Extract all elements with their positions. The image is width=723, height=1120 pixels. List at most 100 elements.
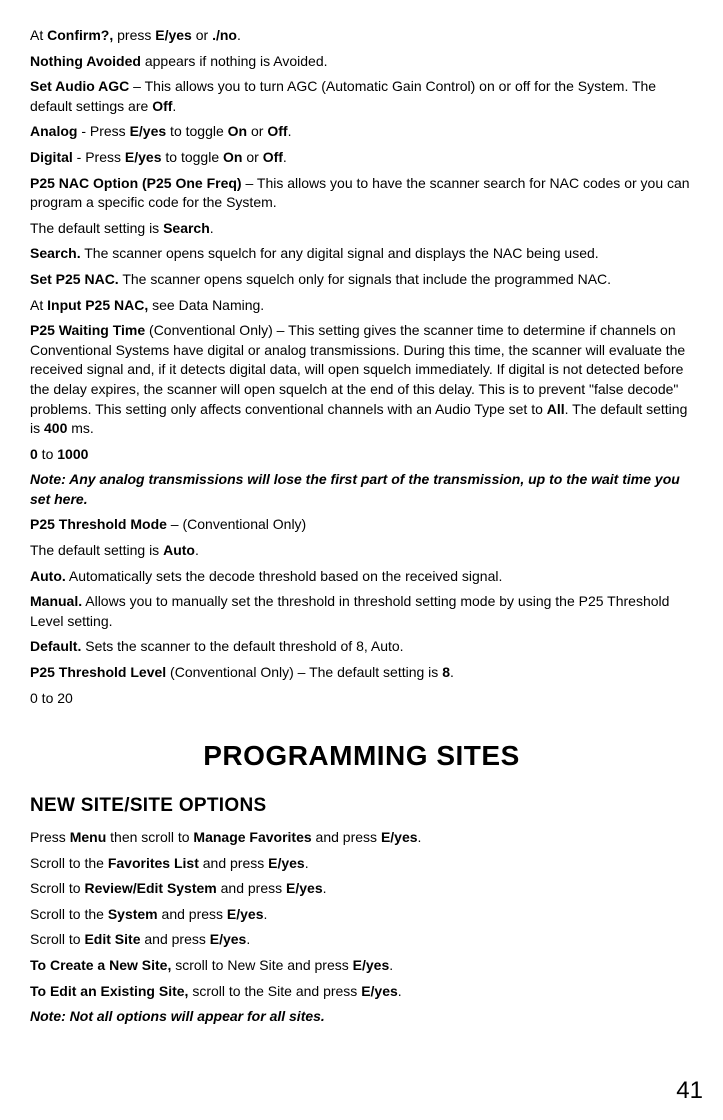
nothing-avoided-line: Nothing Avoided appears if nothing is Av… <box>30 52 693 72</box>
text: - Press <box>73 149 125 165</box>
text: The default setting is <box>30 542 163 558</box>
off-value: Off <box>267 123 287 139</box>
system-label: System <box>108 906 158 922</box>
step-5: Scroll to Edit Site and press E/yes. <box>30 930 693 950</box>
section-title: PROGRAMMING SITES <box>30 736 693 775</box>
thresh-mode-para: P25 Threshold Mode – (Conventional Only) <box>30 515 693 535</box>
nac-default-line: The default setting is Search. <box>30 219 693 239</box>
text: and press <box>140 931 209 947</box>
off-value: Off <box>152 98 172 114</box>
text: At <box>30 27 47 43</box>
text: or <box>247 123 267 139</box>
text: – (Conventional Only) <box>167 516 306 532</box>
eyes-key: E/yes <box>381 829 418 845</box>
all-value: All <box>547 401 565 417</box>
text: Sets the scanner to the default threshol… <box>81 638 403 654</box>
text: . <box>195 542 199 558</box>
auto-label: Auto. <box>30 568 66 584</box>
eyes-key: E/yes <box>130 123 167 139</box>
text: . <box>323 880 327 896</box>
thresh-default-line: Default. Sets the scanner to the default… <box>30 637 693 657</box>
page-number: 41 <box>676 1074 703 1108</box>
step-1: Press Menu then scroll to Manage Favorit… <box>30 828 693 848</box>
eyes-key: E/yes <box>155 27 192 43</box>
edit-site-line: To Edit an Existing Site, scroll to the … <box>30 982 693 1002</box>
text: or <box>192 27 212 43</box>
text: then scroll to <box>106 829 193 845</box>
text: see Data Naming. <box>148 297 264 313</box>
text: and press <box>217 880 286 896</box>
thresh-mode-title: P25 Threshold Mode <box>30 516 167 532</box>
text: Allows you to manually set the threshold… <box>30 593 669 629</box>
nothing-avoided-label: Nothing Avoided <box>30 53 141 69</box>
text: . <box>210 220 214 236</box>
eyes-key: E/yes <box>210 931 247 947</box>
digital-line: Digital - Press E/yes to toggle On or Of… <box>30 148 693 168</box>
text: and press <box>199 855 268 871</box>
text: . <box>398 983 402 999</box>
range-end: 1000 <box>57 446 88 462</box>
eyes-key: E/yes <box>268 855 305 871</box>
nac-para: P25 NAC Option (P25 One Freq) – This all… <box>30 174 693 213</box>
text: . <box>264 906 268 922</box>
waittime-note: Note: Any analog transmissions will lose… <box>30 470 693 509</box>
text: . <box>172 98 176 114</box>
menu-key: Menu <box>70 829 107 845</box>
text: Automatically sets the decode threshold … <box>66 568 503 584</box>
text: At <box>30 297 47 313</box>
off-value: Off <box>263 149 283 165</box>
text: and press <box>158 906 227 922</box>
thresh-auto-line: Auto. Automatically sets the decode thre… <box>30 567 693 587</box>
search-label: Search. <box>30 245 81 261</box>
text: press <box>113 27 155 43</box>
digital-label: Digital <box>30 149 73 165</box>
text: to toggle <box>166 123 228 139</box>
text: scroll to the Site and press <box>188 983 361 999</box>
text: . <box>237 27 241 43</box>
thresh-manual-line: Manual. Allows you to manually set the t… <box>30 592 693 631</box>
text: The scanner opens squelch only for signa… <box>119 271 611 287</box>
nac-input-line: At Input P25 NAC, see Data Naming. <box>30 296 693 316</box>
400-value: 400 <box>44 420 67 436</box>
eyes-key: E/yes <box>361 983 398 999</box>
thresh-level-title: P25 Threshold Level <box>30 664 166 680</box>
confirm-label: Confirm?, <box>47 27 113 43</box>
create-site-line: To Create a New Site, scroll to New Site… <box>30 956 693 976</box>
text: The scanner opens squelch for any digita… <box>81 245 599 261</box>
text: scroll to New Site and press <box>171 957 352 973</box>
subsection-title: NEW SITE/SITE OPTIONS <box>30 793 693 820</box>
waittime-para: P25 Waiting Time (Conventional Only) – T… <box>30 321 693 439</box>
text: . <box>283 149 287 165</box>
text: . <box>246 931 250 947</box>
edit-site-label: To Edit an Existing Site, <box>30 983 188 999</box>
setp25-label: Set P25 NAC. <box>30 271 119 287</box>
default-label: Default. <box>30 638 81 654</box>
text: and press <box>312 829 381 845</box>
no-key: ./no <box>212 27 237 43</box>
text: Scroll to <box>30 931 84 947</box>
search-value: Search <box>163 220 210 236</box>
edit-site-label: Edit Site <box>84 931 140 947</box>
text: Press <box>30 829 70 845</box>
audio-agc-para: Set Audio AGC – This allows you to turn … <box>30 77 693 116</box>
text: to toggle <box>162 149 224 165</box>
text: . <box>418 829 422 845</box>
favorites-list: Favorites List <box>108 855 199 871</box>
thresh-level-range: 0 to 20 <box>30 689 693 709</box>
on-value: On <box>223 149 242 165</box>
waittime-range: 0 to 1000 <box>30 445 693 465</box>
analog-line: Analog - Press E/yes to toggle On or Off… <box>30 122 693 142</box>
step-2: Scroll to the Favorites List and press E… <box>30 854 693 874</box>
text: appears if nothing is Avoided. <box>141 53 328 69</box>
waittime-title: P25 Waiting Time <box>30 322 145 338</box>
confirm-line: At Confirm?, press E/yes or ./no. <box>30 26 693 46</box>
step-4: Scroll to the System and press E/yes. <box>30 905 693 925</box>
text: Scroll to the <box>30 906 108 922</box>
analog-label: Analog <box>30 123 77 139</box>
nac-title: P25 NAC Option (P25 One Freq) <box>30 175 242 191</box>
thresh-mode-default-line: The default setting is Auto. <box>30 541 693 561</box>
eyes-key: E/yes <box>227 906 264 922</box>
text: The default setting is <box>30 220 163 236</box>
nac-search-line: Search. The scanner opens squelch for an… <box>30 244 693 264</box>
eyes-key: E/yes <box>125 149 162 165</box>
